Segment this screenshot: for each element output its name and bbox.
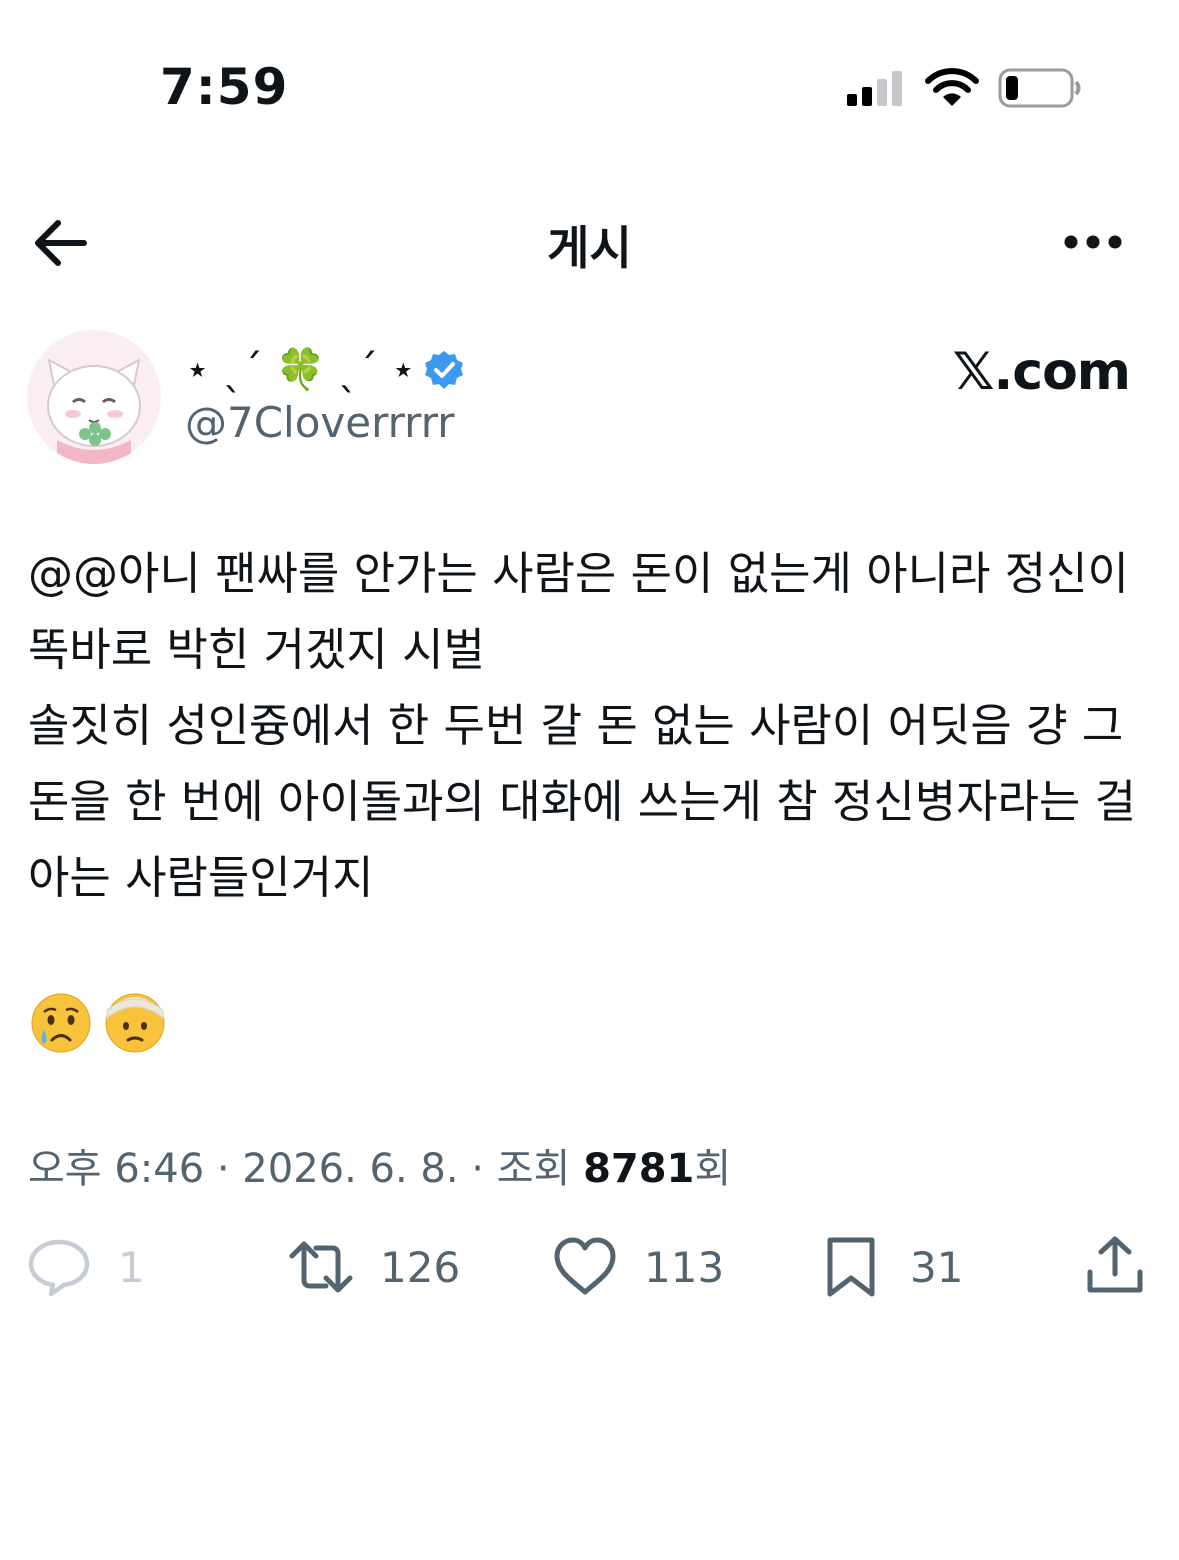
tweet-date: 2026. 6. 8. [242,1146,459,1192]
status-time: 7:59 [160,58,289,116]
more-options-icon[interactable] [1060,222,1126,262]
retweet-icon [289,1241,353,1293]
author-name-row[interactable]: ⋆ ˎˊ 🍀 ˎˊ ⋆ [185,340,464,400]
tweet-emojis [30,992,166,1056]
retweet-button[interactable]: 126 [288,1232,460,1302]
heart-icon [554,1237,616,1295]
crying-face-icon [31,993,91,1053]
views-suffix: 회 [694,1146,732,1192]
bookmark-button[interactable]: 31 [818,1232,963,1302]
like-button[interactable]: 113 [552,1232,724,1302]
reply-icon [28,1239,90,1297]
wifi-icon [925,68,979,106]
battery-icon [998,68,1081,108]
bookmark-count: 31 [910,1242,964,1292]
tweet-time: 오후 6:46 [28,1146,205,1192]
face-with-head-bandage-icon [105,993,165,1053]
bookmark-icon [827,1237,875,1297]
tweet-text: @@아니 팬싸를 안가는 사람은 돈이 없는게 아니라 정신이 똑바로 박힌 거… [28,547,1137,904]
like-count: 113 [644,1242,725,1292]
cellular-signal-icon [847,71,902,106]
avatar-cat-illustration [27,330,161,464]
reply-count: 1 [118,1242,145,1292]
retweet-count: 126 [380,1242,461,1292]
author-display-name: ⋆ ˎˊ 🍀 ˎˊ ⋆ [185,347,416,393]
tweet-meta: 오후 6:46 · 2026. 6. 8. · 조회 8781회 [28,1136,731,1194]
meta-separator: · [458,1146,497,1192]
share-button[interactable] [1082,1232,1148,1302]
author-handle[interactable]: @7Cloverrrrr [185,398,455,447]
x-com-watermark: 𝕏.com [952,342,1131,402]
meta-separator: · [204,1146,243,1192]
share-icon [1087,1236,1143,1293]
verified-badge-icon [424,351,463,389]
views-count: 8781 [583,1146,695,1192]
views-label: 조회 [496,1146,584,1192]
page-title: 게시 [547,221,632,275]
avatar[interactable] [27,330,161,464]
reply-button[interactable]: 1 [26,1232,145,1302]
